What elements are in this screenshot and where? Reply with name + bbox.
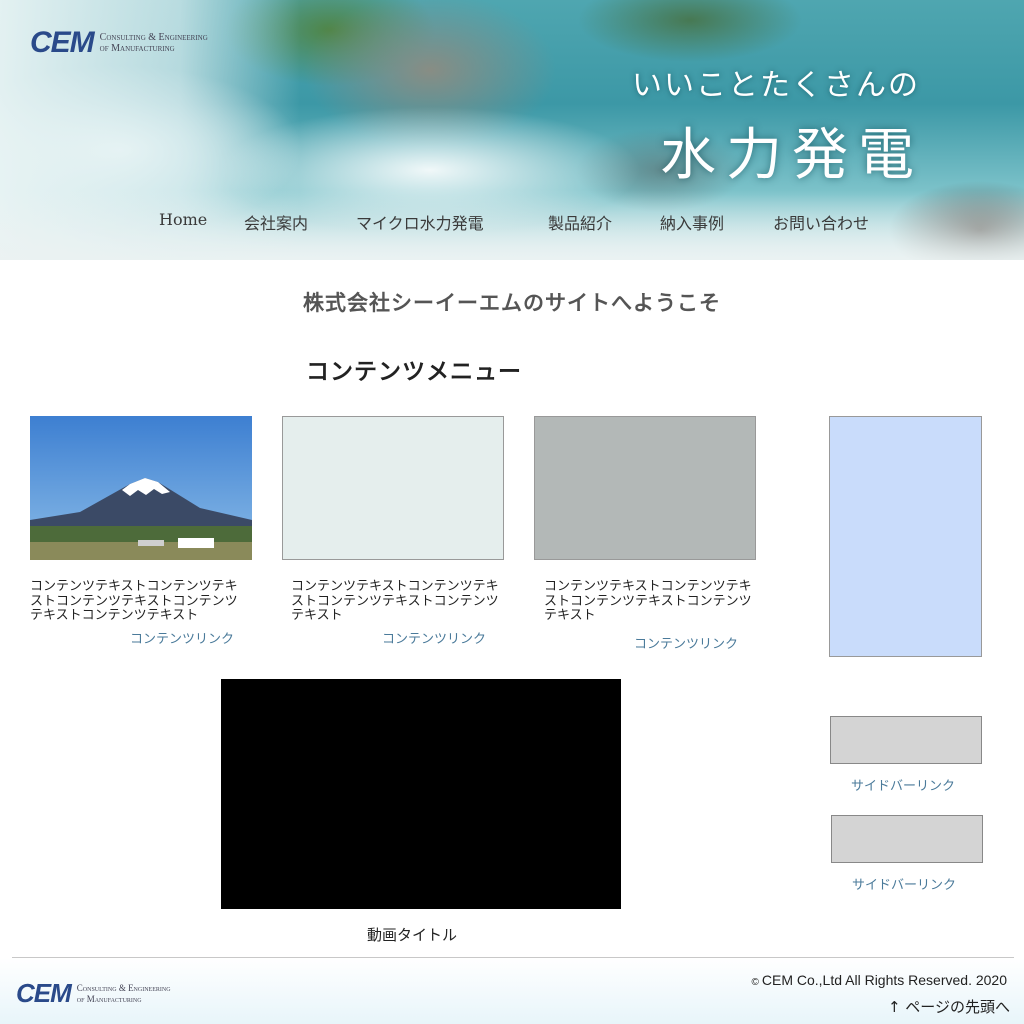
card-text-3: コンテンツテキストコンテンツテキストコンテンツテキストコンテンツテキスト <box>544 579 752 623</box>
sidebar-banner[interactable] <box>829 416 982 657</box>
card-link-3[interactable]: コンテンツリンク <box>634 633 738 652</box>
card-link-1[interactable]: コンテンツリンク <box>130 628 234 647</box>
card-text-2: コンテンツテキストコンテンツテキストコンテンツテキストコンテンツテキスト <box>291 579 499 623</box>
logo-mark: CEM <box>30 26 95 59</box>
footer-logo-mark: CEM <box>16 978 72 1008</box>
hero-title: 水力発電 <box>660 123 924 188</box>
card-text-1: コンテンツテキストコンテンツテキストコンテンツテキストコンテンツテキストコンテン… <box>30 579 238 623</box>
copyright-text: © CEM Co.,Ltd All Rights Reserved. 2020 <box>752 972 1008 988</box>
logo-subtitle-line1: Consulting & Engineering <box>99 31 208 43</box>
back-to-top-link[interactable]: ↑ ページの先頭へ <box>888 996 1010 1017</box>
footer-logo-subtitle: Consulting & Engineering of Manufacturin… <box>77 983 171 1004</box>
card-image-placeholder-3[interactable] <box>534 416 756 560</box>
welcome-heading: 株式会社シーイーエムのサイトへようこそ <box>303 290 721 315</box>
footer-logo[interactable]: CEM Consulting & Engineering of Manufact… <box>16 978 171 1009</box>
global-nav: Home 会社案内 マイクロ水力発電 製品紹介 納入事例 お問い合わせ <box>0 210 1024 236</box>
card-image-placeholder-2[interactable] <box>282 416 504 560</box>
content-menu-heading: コンテンツメニュー <box>306 359 522 385</box>
copyright-symbol: © <box>751 977 759 988</box>
logo-subtitle: Consulting & Engineering of Manufacturin… <box>100 32 208 55</box>
header-banner: CEM Consulting & Engineering of Manufact… <box>0 0 1024 260</box>
sidebar-thumb-1[interactable] <box>830 716 982 764</box>
hero-tagline: いいことたくさんの <box>632 68 920 103</box>
nav-cases[interactable]: 納入事例 <box>660 210 724 234</box>
nav-micro-hydro[interactable]: マイクロ水力発電 <box>356 210 484 234</box>
site-logo[interactable]: CEM Consulting & Engineering of Manufact… <box>30 26 208 60</box>
video-title: 動画タイトル <box>366 926 457 944</box>
sidebar-link-1[interactable]: サイドバーリンク <box>851 775 955 794</box>
nav-company[interactable]: 会社案内 <box>244 210 308 234</box>
footer-logo-subtitle-line1: Consulting & Engineering <box>76 983 171 994</box>
card-link-2[interactable]: コンテンツリンク <box>382 628 486 647</box>
footer: CEM Consulting & Engineering of Manufact… <box>0 958 1024 1024</box>
card-image-mount-fuji[interactable] <box>30 416 252 560</box>
nav-products[interactable]: 製品紹介 <box>548 210 612 234</box>
nav-contact[interactable]: お問い合わせ <box>773 210 869 234</box>
sidebar-thumb-2[interactable] <box>831 815 983 863</box>
logo-subtitle-line2: of Manufacturing <box>99 43 175 54</box>
video-player[interactable] <box>221 679 621 909</box>
footer-logo-subtitle-line2: of Manufacturing <box>76 993 142 1004</box>
sidebar-link-2[interactable]: サイドバーリンク <box>852 874 956 893</box>
mount-fuji-photo <box>30 416 252 560</box>
copyright-label: CEM Co.,Ltd All Rights Reserved. 2020 <box>761 972 1007 988</box>
nav-home[interactable]: Home <box>159 210 207 229</box>
